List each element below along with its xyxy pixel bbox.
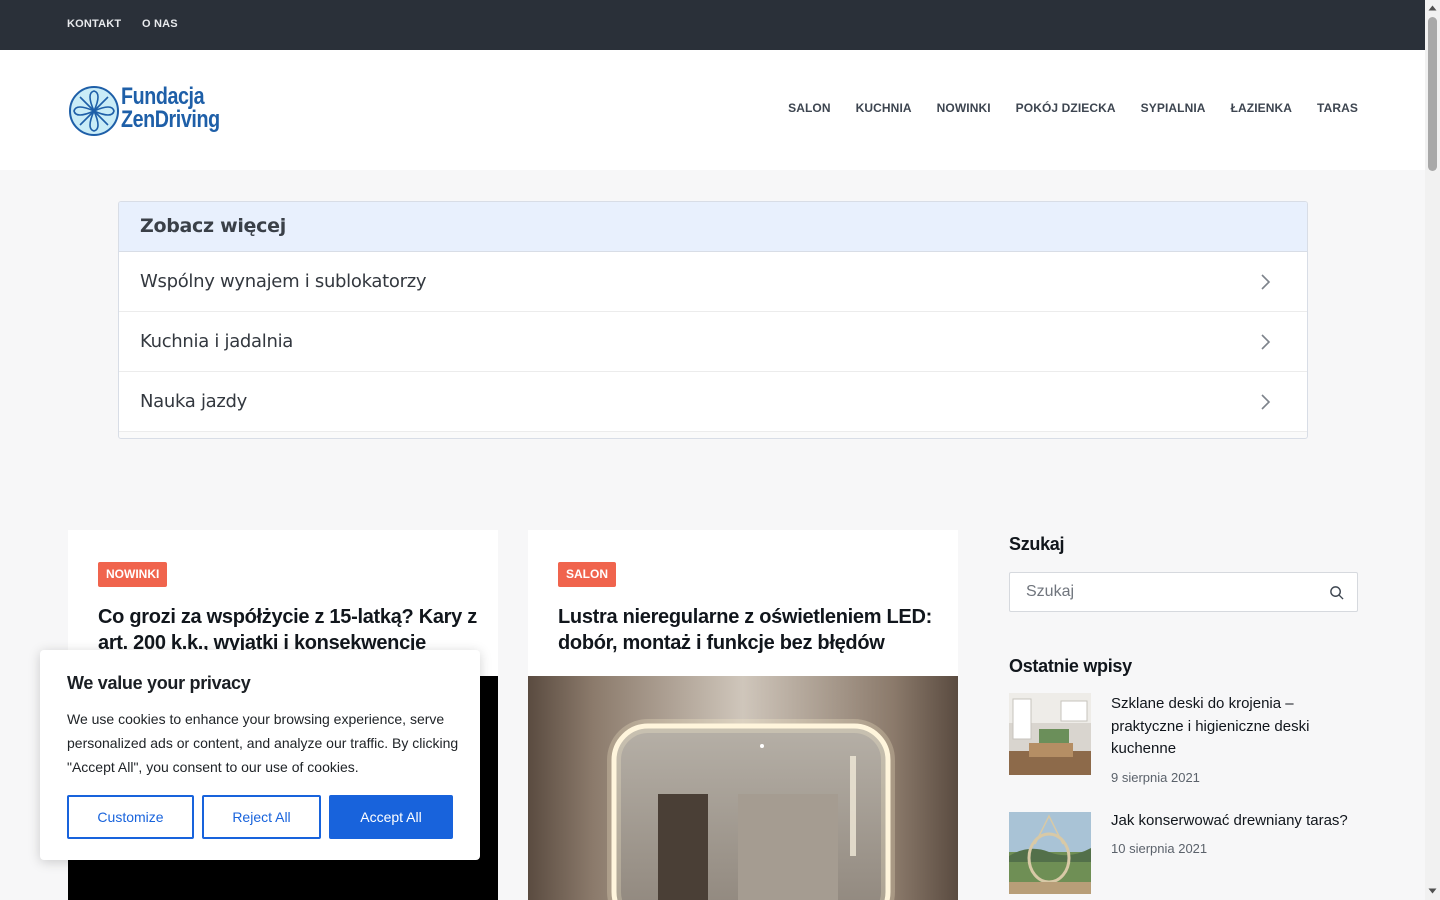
- nav-item-nowinki[interactable]: NOWINKI: [937, 101, 991, 115]
- recent-post-date: 10 sierpnia 2021: [1111, 841, 1208, 856]
- reject-all-button[interactable]: Reject All: [202, 795, 321, 839]
- main-nav: SALON KUCHNIA NOWINKI POKÓJ DZIECKA SYPI…: [763, 101, 1358, 115]
- cookie-text: We use cookies to enhance your browsing …: [67, 711, 459, 775]
- nav-item-salon[interactable]: SALON: [788, 101, 831, 115]
- see-more-item[interactable]: Kuchnia i jadalnia: [119, 312, 1307, 372]
- post-card-title[interactable]: Lustra nieregularne z oświetleniem LED: …: [558, 604, 938, 656]
- post-card-title[interactable]: Co grozi za współżycie z 15-latką? Kary …: [98, 604, 478, 656]
- see-more-item[interactable]: Wspólny wynajem i sublokatorzy: [119, 252, 1307, 312]
- recent-post-thumbnail[interactable]: [1009, 693, 1091, 775]
- recent-post-thumbnail[interactable]: [1009, 812, 1091, 894]
- customize-button[interactable]: Customize: [67, 795, 194, 839]
- chevron-right-icon: [1261, 394, 1271, 410]
- see-more-box: Zobacz więcej Wspólny wynajem i sublokat…: [118, 201, 1308, 439]
- page-scrollbar[interactable]: [1425, 0, 1440, 900]
- see-more-item-label: Kuchnia i jadalnia: [140, 331, 294, 352]
- nav-item-pokoj-dziecka[interactable]: POKÓJ DZIECKA: [1016, 101, 1116, 115]
- search-box: [1009, 572, 1358, 612]
- site-logo[interactable]: Fundacja ZenDriving: [68, 83, 228, 139]
- scrollbar-thumb[interactable]: [1428, 17, 1437, 171]
- see-more-title: Zobacz więcej: [119, 202, 1307, 252]
- recent-post-title[interactable]: Szklane deski do krojenia – praktyczne i…: [1111, 693, 1358, 761]
- logo-line-2: ZenDriving: [121, 106, 220, 133]
- chevron-right-icon: [1261, 334, 1271, 350]
- see-more-item-label: Wspólny wynajem i sublokatorzy: [140, 271, 427, 292]
- category-badge[interactable]: NOWINKI: [98, 562, 168, 587]
- top-link-kontakt[interactable]: KONTAKT: [67, 18, 121, 30]
- chevron-right-icon: [1261, 274, 1271, 290]
- accept-all-button[interactable]: Accept All: [329, 795, 453, 839]
- search-heading: Szukaj: [1009, 534, 1065, 554]
- nav-item-kuchnia[interactable]: KUCHNIA: [856, 101, 912, 115]
- recent-posts-heading: Ostatnie wpisy: [1009, 656, 1132, 676]
- logo-line-1: Fundacja: [121, 83, 205, 110]
- logo-text: Fundacja ZenDriving: [121, 83, 220, 133]
- cookie-consent-banner: We value your privacy We use cookies to …: [40, 650, 480, 860]
- see-more-item-label: Nauka jazdy: [140, 391, 248, 412]
- scroll-up-icon[interactable]: [1428, 4, 1437, 12]
- logo-emblem-icon: [69, 86, 119, 136]
- post-card-image[interactable]: [528, 676, 958, 900]
- cookie-title: We value your privacy: [67, 673, 251, 693]
- recent-post-date: 9 sierpnia 2021: [1111, 770, 1200, 785]
- top-bar: KONTAKT O NAS: [0, 0, 1425, 50]
- category-badge[interactable]: SALON: [558, 562, 616, 587]
- top-link-o-nas[interactable]: O NAS: [142, 18, 178, 30]
- site-header: Fundacja ZenDriving SALON KUCHNIA NOWINK…: [0, 50, 1425, 170]
- nav-item-taras[interactable]: TARAS: [1317, 101, 1358, 115]
- see-more-item[interactable]: Nauka jazdy: [119, 372, 1307, 432]
- nav-item-sypialnia[interactable]: SYPIALNIA: [1141, 101, 1206, 115]
- search-icon[interactable]: [1329, 585, 1344, 600]
- recent-post-title[interactable]: Jak konserwować drewniany taras?: [1111, 810, 1358, 833]
- search-input[interactable]: [1010, 573, 1320, 611]
- post-card: SALON Lustra nieregularne z oświetleniem…: [528, 530, 958, 900]
- scroll-down-icon[interactable]: [1428, 887, 1437, 895]
- nav-item-lazienka[interactable]: ŁAZIENKA: [1231, 101, 1292, 115]
